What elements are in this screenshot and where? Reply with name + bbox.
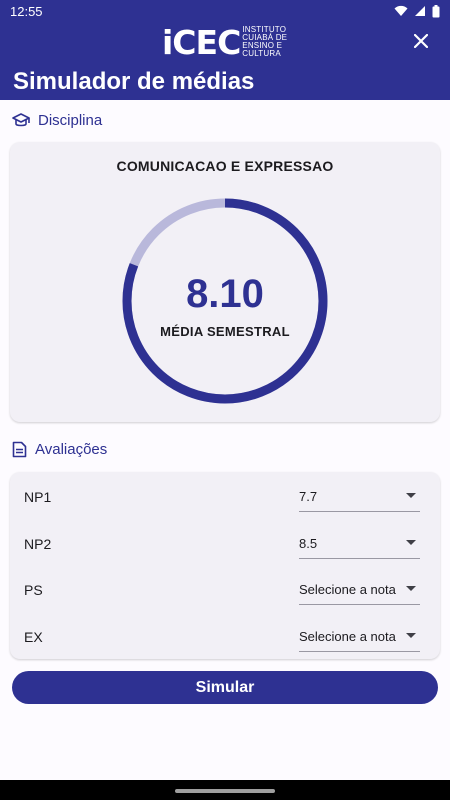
wifi-icon xyxy=(394,5,408,16)
graduation-cap-icon xyxy=(12,112,30,126)
grade-label: EX xyxy=(24,629,43,645)
np1-grade-dropdown[interactable]: 7.7 xyxy=(299,478,420,512)
selected-grade: 7.7 xyxy=(299,489,318,504)
logo-text: Instituto Cuiabá de Ensino e Cultura xyxy=(242,25,288,58)
document-icon xyxy=(12,441,27,458)
grades-card: NP1 7.7 NP2 8.5 PS Selecione a nota EX S… xyxy=(10,472,440,659)
grade-label: NP2 xyxy=(24,536,52,552)
grade-row-np2: NP2 8.5 xyxy=(10,521,440,565)
logo-mark: iCEC xyxy=(162,22,241,62)
selected-grade: 8.5 xyxy=(299,536,318,551)
selected-grade: Selecione a nota xyxy=(299,629,396,644)
signal-icon xyxy=(415,6,425,16)
status-icons xyxy=(394,4,440,18)
page-title: Simulador de médias xyxy=(13,68,255,95)
icec-logo: iCEC Instituto Cuiabá de Ensino e Cultur… xyxy=(162,24,292,60)
app-header: iCEC Instituto Cuiabá de Ensino e Cultur… xyxy=(0,22,450,100)
average-label: MÉDIA SEMESTRAL xyxy=(160,324,290,339)
discipline-section-header: Disciplina xyxy=(12,112,102,129)
np2-grade-dropdown[interactable]: 8.5 xyxy=(299,525,420,559)
subject-name: COMUNICACAO E EXPRESSAO xyxy=(116,158,334,174)
evaluations-section-header: Avaliações xyxy=(12,441,107,458)
status-time: 12:55 xyxy=(10,3,43,19)
selected-grade: Selecione a nota xyxy=(299,582,396,597)
dropdown-arrow-icon xyxy=(406,633,416,638)
dropdown-arrow-icon xyxy=(406,586,416,591)
average-value: 8.10 xyxy=(186,272,264,316)
navigation-bar xyxy=(0,780,450,800)
grade-label: PS xyxy=(24,582,43,598)
grade-label: NP1 xyxy=(24,489,52,505)
evaluations-label: Avaliações xyxy=(35,441,108,458)
average-card: COMUNICACAO E EXPRESSAO 8.10 MÉDIA SEMES… xyxy=(10,142,440,422)
simulate-button[interactable]: Simular xyxy=(12,671,438,704)
close-button[interactable] xyxy=(410,30,432,52)
grade-row-ex: EX Selecione a nota xyxy=(10,614,440,658)
grade-row-np1: NP1 7.7 xyxy=(10,474,440,518)
grade-row-ps: PS Selecione a nota xyxy=(10,567,440,611)
close-icon xyxy=(414,34,428,48)
battery-icon xyxy=(432,4,440,17)
dropdown-arrow-icon xyxy=(406,493,416,498)
home-gesture-handle[interactable] xyxy=(175,789,275,793)
ps-grade-dropdown[interactable]: Selecione a nota xyxy=(299,571,420,605)
dropdown-arrow-icon xyxy=(406,540,416,545)
discipline-label: Disciplina xyxy=(38,112,103,129)
ex-grade-dropdown[interactable]: Selecione a nota xyxy=(299,618,420,652)
status-bar: 12:55 xyxy=(0,0,450,22)
